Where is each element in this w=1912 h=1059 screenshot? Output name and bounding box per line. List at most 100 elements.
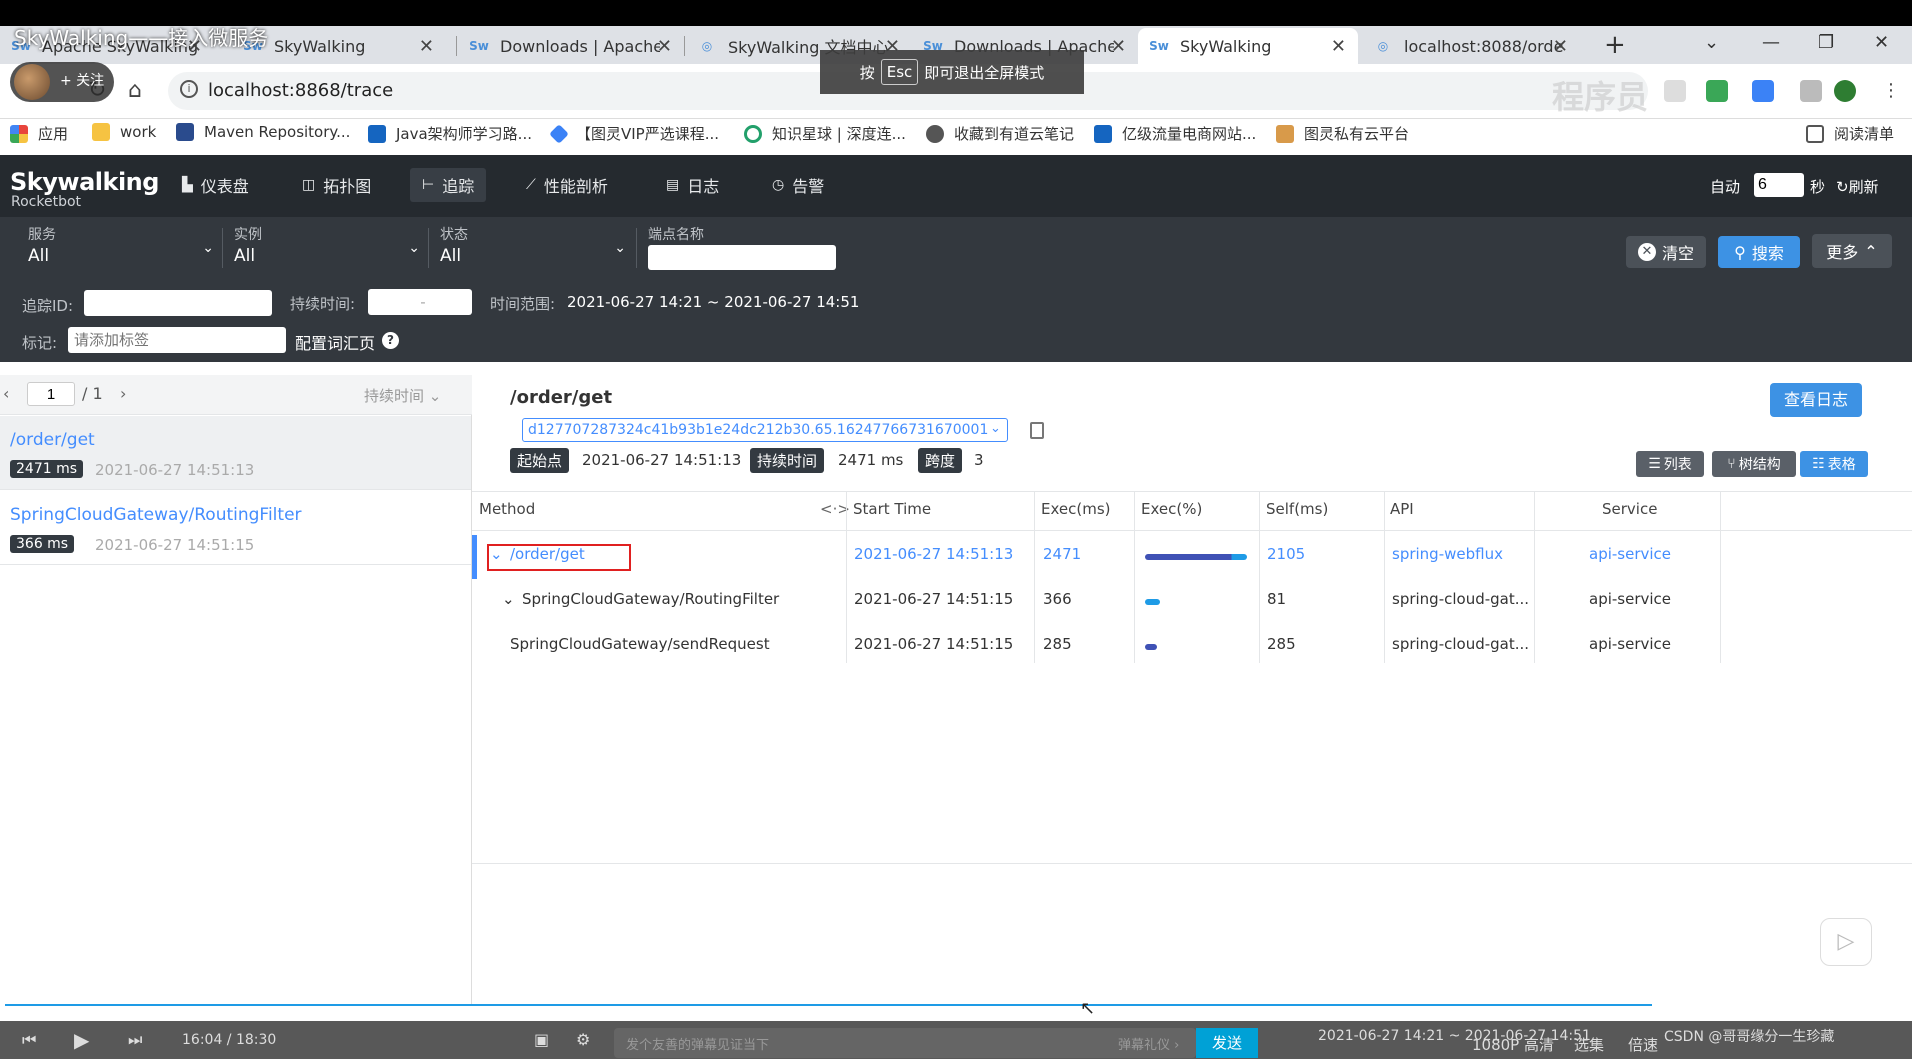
auto-refresh-interval-input[interactable]: [1754, 173, 1804, 197]
tab-skywalking-active[interactable]: Sw SkyWalking ✕: [1138, 28, 1358, 64]
previous-icon[interactable]: ⏮: [22, 1030, 36, 1050]
duration-range-input[interactable]: -: [368, 289, 472, 315]
tab-downloads-apache[interactable]: Sw Downloads | Apache ✕: [458, 28, 684, 64]
video-progress-bar[interactable]: [5, 1004, 1652, 1006]
view-tree-label: 树结构: [1738, 457, 1781, 473]
view-log-button[interactable]: 查看日志: [1770, 383, 1862, 417]
start-time-tag: 起始点: [510, 448, 570, 473]
chevron-left-icon[interactable]: ‹: [3, 384, 9, 403]
trace-id-select[interactable]: d127707287324c41b93b1e24dc212b30.65.1624…: [522, 418, 1008, 442]
refresh-button[interactable]: ↻刷新: [1836, 176, 1879, 197]
sw-icon: Sw: [1149, 39, 1169, 53]
bookmark-apps[interactable]: 应用: [10, 123, 68, 144]
close-icon[interactable]: ✕: [1553, 36, 1568, 57]
nav-trace[interactable]: ⊢ 追踪: [410, 168, 487, 202]
extension-icon[interactable]: [1752, 80, 1774, 102]
tab-localhost-order[interactable]: ◎ localhost:8088/order ✕: [1362, 28, 1580, 64]
danmaku-etiquette-link[interactable]: 弹幕礼仪 ›: [1118, 1034, 1179, 1053]
tag-input[interactable]: [68, 327, 286, 353]
reading-list-label: 阅读清单: [1834, 125, 1895, 143]
danmaku-toggle-icon[interactable]: ▣: [534, 1030, 549, 1049]
play-icon[interactable]: ▶: [74, 1028, 89, 1052]
on-icon: [368, 124, 386, 143]
span-row[interactable]: SpringCloudGateway/sendRequest 2021-06-2…: [472, 625, 1912, 670]
tab-label: SkyWalking: [1180, 36, 1272, 56]
window-close-icon[interactable]: ✕: [1874, 32, 1889, 53]
status-select[interactable]: 状态 All ⌄: [440, 224, 630, 268]
menu-icon[interactable]: ⋮: [1880, 80, 1902, 102]
view-table-button[interactable]: ☷ 表格: [1800, 451, 1868, 477]
speed-button[interactable]: 倍速: [1628, 1034, 1658, 1055]
close-icon[interactable]: ✕: [657, 36, 672, 57]
tab-search-icon[interactable]: ⌄: [1704, 32, 1719, 53]
trace-id-input[interactable]: [84, 290, 272, 316]
mouse-cursor-icon: ↖: [1080, 998, 1096, 1019]
span-row[interactable]: ⌄ /order/get 2021-06-27 14:51:13 2471 21…: [472, 535, 1912, 580]
config-vocabulary-link[interactable]: 配置词汇页: [295, 330, 375, 354]
bookmark-zsxq[interactable]: 知识星球 | 深度连...: [744, 123, 906, 144]
nav-label: 拓扑图: [323, 177, 372, 196]
new-tab-button[interactable]: +: [1604, 30, 1626, 60]
col-exec-pct: Exec(%): [1141, 500, 1203, 518]
trace-list-item[interactable]: /order/get 2471 ms 2021-06-27 14:51:13: [0, 416, 471, 490]
follow-button[interactable]: + 关注: [60, 70, 104, 90]
nav-dashboard[interactable]: ▙ 仪表盘: [170, 168, 261, 202]
reading-list[interactable]: 阅读清单: [1806, 123, 1894, 144]
close-icon[interactable]: ✕: [419, 36, 434, 57]
tree-icon: ⑂: [1727, 456, 1736, 472]
nav-log[interactable]: ▤ 日志: [654, 168, 731, 202]
sort-label: 持续时间: [364, 387, 425, 405]
nav-profiling[interactable]: ⟋ 性能剖析: [514, 168, 620, 202]
span-row[interactable]: ⌄ SpringCloudGateway/RoutingFilter 2021-…: [472, 580, 1912, 625]
minimize-icon[interactable]: —: [1762, 32, 1780, 53]
status-select-value: All: [440, 246, 462, 266]
nav-alarm[interactable]: ◷ 告警: [760, 168, 836, 202]
time-range-value[interactable]: 2021-06-27 14:21 ~ 2021-06-27 14:51: [567, 293, 859, 311]
url-text[interactable]: localhost:8868/trace: [208, 80, 393, 101]
tab-divider: [456, 36, 457, 56]
episodes-button[interactable]: 选集: [1574, 1034, 1604, 1055]
bookmark-ecommerce[interactable]: 亿级流量电商网站...: [1094, 123, 1256, 144]
bookmark-work[interactable]: work: [92, 123, 156, 141]
nav-topology[interactable]: ◫ 拓扑图: [290, 168, 383, 202]
view-tree-button[interactable]: ⑂ 树结构: [1712, 451, 1796, 477]
bookmark-youdao[interactable]: 收藏到有道云笔记: [926, 123, 1074, 144]
app-logo[interactable]: Skywalking: [10, 168, 159, 196]
quality-button[interactable]: 1080P 高清: [1472, 1034, 1554, 1055]
sort-select[interactable]: 持续时间 ⌄: [364, 385, 441, 406]
more-button[interactable]: 更多 ⌃: [1812, 234, 1892, 268]
close-icon[interactable]: ✕: [1331, 36, 1346, 57]
page-number-input[interactable]: [27, 382, 75, 406]
danmaku-settings-icon[interactable]: ⚙: [576, 1030, 590, 1049]
bookmark-java-arch[interactable]: Java架构师学习路...: [368, 123, 532, 144]
service-select[interactable]: 服务 All ⌄: [28, 224, 218, 268]
extension-icon[interactable]: [1706, 80, 1728, 102]
instance-select[interactable]: 实例 All ⌄: [234, 224, 424, 268]
trace-timestamp: 2021-06-27 14:51:15: [95, 536, 255, 554]
send-danmaku-button[interactable]: 发送: [1196, 1028, 1258, 1058]
bookmark-tuling-vip[interactable]: 【图灵VIP严选课程...: [549, 123, 719, 144]
info-icon[interactable]: i: [180, 80, 198, 98]
chevron-down-icon[interactable]: ⌄: [990, 421, 1001, 436]
copy-icon[interactable]: [1030, 422, 1044, 439]
avatar[interactable]: [14, 64, 50, 100]
chevron-down-icon[interactable]: ⌄: [502, 590, 515, 608]
trace-list-item[interactable]: SpringCloudGateway/RoutingFilter 366 ms …: [0, 491, 471, 565]
profile-avatar[interactable]: [1834, 80, 1856, 102]
bookmark-tuling-cloud[interactable]: 图灵私有云平台: [1276, 123, 1409, 144]
endpoint-name-input[interactable]: [648, 245, 836, 270]
search-button[interactable]: ⚲ 搜索: [1718, 236, 1800, 268]
view-list-button[interactable]: ☰ 列表: [1636, 451, 1704, 477]
clear-button[interactable]: ✕ 清空: [1626, 236, 1706, 268]
help-icon[interactable]: ?: [382, 332, 399, 349]
replay-icon[interactable]: ▷: [1820, 918, 1872, 966]
chevron-right-icon[interactable]: ›: [120, 384, 126, 403]
close-icon[interactable]: ✕: [1111, 36, 1126, 57]
restore-icon[interactable]: ❐: [1818, 32, 1834, 53]
home-icon[interactable]: ⌂: [128, 78, 142, 103]
puzzle-icon[interactable]: [1800, 80, 1822, 102]
star-icon[interactable]: [1664, 80, 1686, 102]
view-list-label: 列表: [1663, 457, 1692, 473]
next-icon[interactable]: ⏭: [128, 1030, 142, 1050]
bookmark-maven[interactable]: Maven Repository...: [176, 123, 350, 141]
